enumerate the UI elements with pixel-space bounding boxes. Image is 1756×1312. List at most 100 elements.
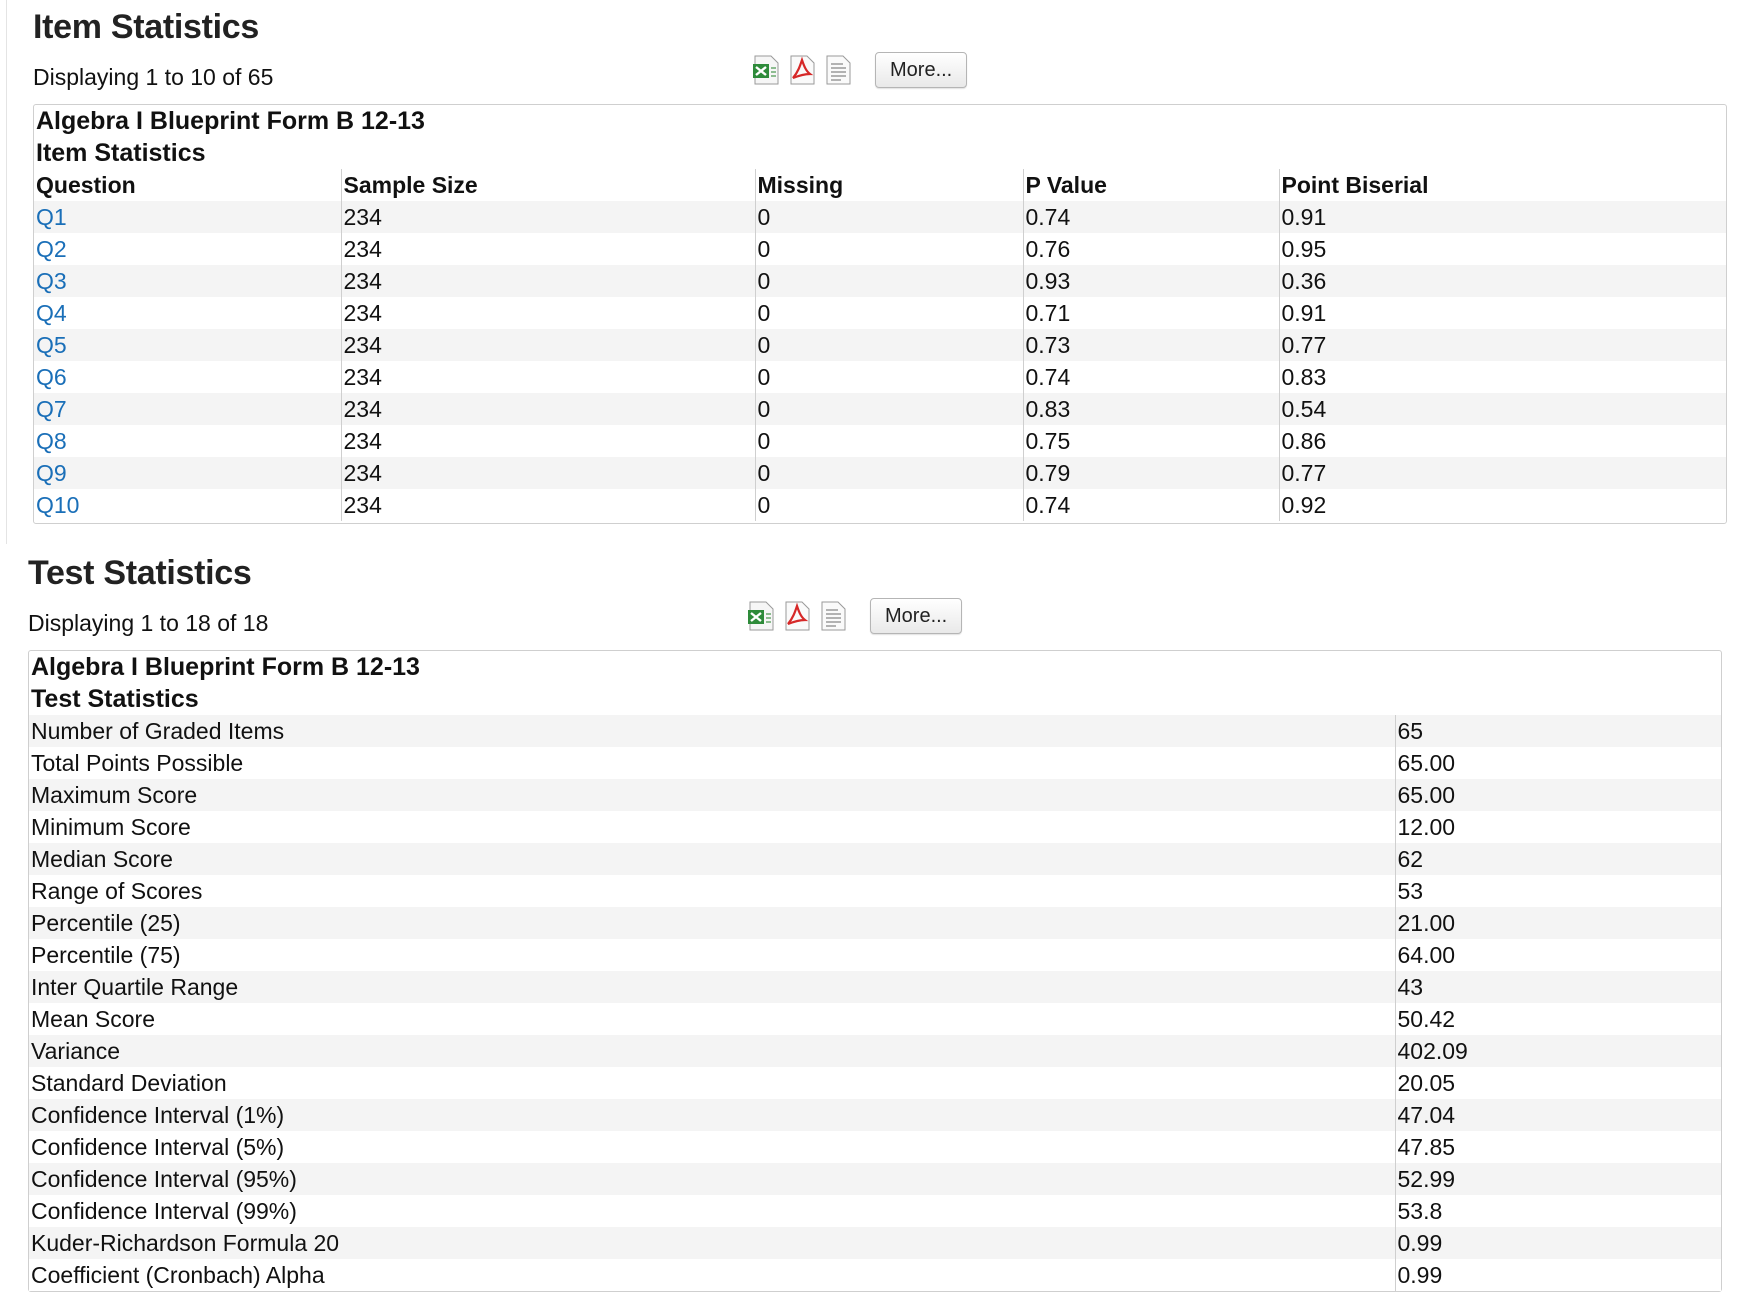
excel-export-icon[interactable] [751, 54, 781, 86]
column-header-sample-size[interactable]: Sample Size [340, 169, 755, 201]
p-value-cell: 0.83 [1022, 393, 1279, 425]
missing-cell: 0 [754, 233, 1023, 265]
missing-cell: 0 [754, 361, 1023, 393]
table-row: Confidence Interval (99%) 53.8 [29, 1195, 1721, 1227]
column-header-question[interactable]: Question [34, 169, 341, 201]
statistic-label: Percentile (75) [29, 939, 1395, 971]
p-value-cell: 0.74 [1022, 489, 1279, 521]
statistic-label: Variance [29, 1035, 1395, 1067]
item-display-count: Displaying 1 to 10 of 65 [33, 64, 274, 90]
column-header-p-value[interactable]: P Value [1022, 169, 1279, 201]
statistic-value: 12.00 [1394, 811, 1721, 843]
item-report-title: Algebra I Blueprint Form B 12-13 [36, 107, 425, 135]
question-link[interactable]: Q2 [36, 236, 67, 262]
test-statistics-panel: Test Statistics Displaying 1 to 18 of 18… [2, 544, 1724, 1312]
test-statistics-table: Number of Graded Items 65 Total Points Po… [29, 715, 1721, 1291]
text-export-icon[interactable] [823, 54, 853, 86]
statistic-label: Confidence Interval (99%) [29, 1195, 1395, 1227]
test-report-subtitle: Test Statistics [31, 685, 199, 713]
test-display-count: Displaying 1 to 18 of 18 [28, 610, 269, 636]
statistic-value: 43 [1394, 971, 1721, 1003]
table-row: Percentile (25) 21.00 [29, 907, 1721, 939]
sample-size-cell: 234 [340, 265, 755, 297]
point-biserial-cell: 0.91 [1278, 297, 1726, 329]
table-row: Percentile (75) 64.00 [29, 939, 1721, 971]
text-export-icon[interactable] [818, 600, 848, 632]
question-link[interactable]: Q1 [36, 204, 67, 230]
p-value-cell: 0.76 [1022, 233, 1279, 265]
pdf-export-icon[interactable] [782, 600, 812, 632]
question-link[interactable]: Q8 [36, 428, 67, 454]
pdf-export-icon[interactable] [787, 54, 817, 86]
question-link[interactable]: Q7 [36, 396, 67, 422]
sample-size-cell: 234 [340, 393, 755, 425]
point-biserial-cell: 0.54 [1278, 393, 1726, 425]
missing-cell: 0 [754, 393, 1023, 425]
statistic-label: Standard Deviation [29, 1067, 1395, 1099]
item-more-button[interactable]: More... [875, 52, 968, 88]
statistic-value: 47.04 [1394, 1099, 1721, 1131]
statistic-label: Total Points Possible [29, 747, 1395, 779]
statistic-label: Kuder-Richardson Formula 20 [29, 1227, 1395, 1259]
question-link[interactable]: Q10 [36, 492, 79, 518]
column-header-missing[interactable]: Missing [754, 169, 1023, 201]
statistic-label: Number of Graded Items [29, 715, 1395, 747]
table-row: Variance 402.09 [29, 1035, 1721, 1067]
test-statistics-report: Algebra I Blueprint Form B 12-13 Test St… [28, 650, 1722, 1292]
sample-size-cell: 234 [340, 297, 755, 329]
column-header-point-biserial[interactable]: Point Biserial [1278, 169, 1726, 201]
statistic-value: 62 [1394, 843, 1721, 875]
question-link[interactable]: Q4 [36, 300, 67, 326]
point-biserial-cell: 0.83 [1278, 361, 1726, 393]
statistic-value: 47.85 [1394, 1131, 1721, 1163]
table-row: Q5 234 0 0.73 0.77 [34, 329, 1726, 361]
test-export-toolbar: More... [746, 598, 963, 634]
p-value-cell: 0.74 [1022, 361, 1279, 393]
statistic-value: 53.8 [1394, 1195, 1721, 1227]
table-row: Q1 234 0 0.74 0.91 [34, 201, 1726, 233]
question-link[interactable]: Q6 [36, 364, 67, 390]
statistic-label: Maximum Score [29, 779, 1395, 811]
item-statistics-report: Algebra I Blueprint Form B 12-13 Item St… [33, 104, 1727, 524]
item-report-subtitle: Item Statistics [36, 139, 206, 167]
point-biserial-cell: 0.77 [1278, 457, 1726, 489]
statistic-value: 402.09 [1394, 1035, 1721, 1067]
table-row: Total Points Possible 65.00 [29, 747, 1721, 779]
missing-cell: 0 [754, 457, 1023, 489]
item-table-header: Question Sample Size Missing P Value Poi… [34, 169, 1726, 201]
statistic-label: Median Score [29, 843, 1395, 875]
statistic-label: Confidence Interval (1%) [29, 1099, 1395, 1131]
sample-size-cell: 234 [340, 233, 755, 265]
missing-cell: 0 [754, 425, 1023, 457]
table-row: Q10 234 0 0.74 0.92 [34, 489, 1726, 521]
table-row: Q9 234 0 0.79 0.77 [34, 457, 1726, 489]
table-row: Kuder-Richardson Formula 20 0.99 [29, 1227, 1721, 1259]
statistic-label: Minimum Score [29, 811, 1395, 843]
item-statistics-panel: Item Statistics Displaying 1 to 10 of 65… [6, 0, 1729, 544]
point-biserial-cell: 0.86 [1278, 425, 1726, 457]
table-row: Number of Graded Items 65 [29, 715, 1721, 747]
sample-size-cell: 234 [340, 329, 755, 361]
sample-size-cell: 234 [340, 425, 755, 457]
missing-cell: 0 [754, 265, 1023, 297]
test-more-button[interactable]: More... [870, 598, 963, 634]
sample-size-cell: 234 [340, 489, 755, 521]
table-row: Inter Quartile Range 43 [29, 971, 1721, 1003]
statistic-label: Inter Quartile Range [29, 971, 1395, 1003]
item-statistics-title: Item Statistics [33, 8, 260, 46]
test-statistics-title: Test Statistics [28, 554, 252, 592]
point-biserial-cell: 0.77 [1278, 329, 1726, 361]
table-row: Standard Deviation 20.05 [29, 1067, 1721, 1099]
question-link[interactable]: Q3 [36, 268, 67, 294]
table-row: Minimum Score 12.00 [29, 811, 1721, 843]
statistic-value: 64.00 [1394, 939, 1721, 971]
excel-export-icon[interactable] [746, 600, 776, 632]
statistic-label: Range of Scores [29, 875, 1395, 907]
statistic-label: Confidence Interval (5%) [29, 1131, 1395, 1163]
question-link[interactable]: Q9 [36, 460, 67, 486]
test-report-title: Algebra I Blueprint Form B 12-13 [31, 653, 420, 681]
point-biserial-cell: 0.91 [1278, 201, 1726, 233]
question-link[interactable]: Q5 [36, 332, 67, 358]
p-value-cell: 0.71 [1022, 297, 1279, 329]
statistic-label: Mean Score [29, 1003, 1395, 1035]
